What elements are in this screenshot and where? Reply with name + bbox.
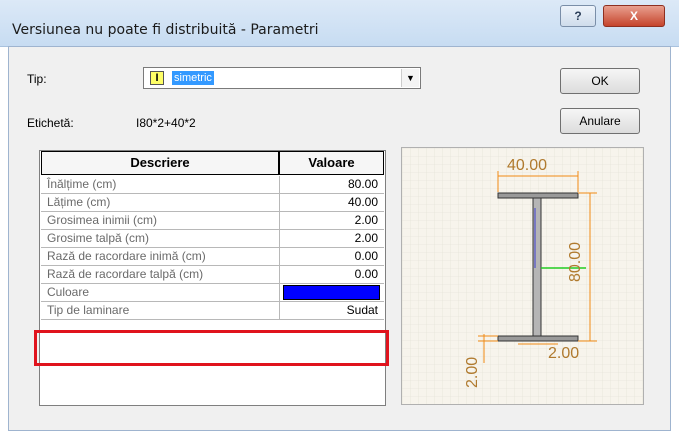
tip-label: Tip: xyxy=(27,72,47,86)
header-valoare: Valoare xyxy=(279,151,384,175)
parameters-table: Descriere Valoare Înălțime (cm) 80.00 Lă… xyxy=(39,150,386,406)
row-label: Grosimea inimii (cm) xyxy=(41,212,280,229)
window-title: Versiunea nu poate fi distribuită - Para… xyxy=(12,22,319,38)
row-label: Tip de laminare xyxy=(41,302,280,319)
table-row[interactable]: Tip de laminare Sudat xyxy=(41,302,384,320)
height-dimension-label: 80.00 xyxy=(567,242,584,282)
bottom-flange xyxy=(497,335,579,342)
help-button[interactable]: ? xyxy=(560,5,596,27)
width-dimension-label: 40.00 xyxy=(507,157,547,174)
row-label: Rază de racordare inimă (cm) xyxy=(41,248,280,265)
table-row[interactable]: Grosimea inimii (cm) 2.00 xyxy=(41,212,384,230)
row-value[interactable]: 0.00 xyxy=(281,266,384,283)
top-flange xyxy=(497,192,579,199)
table-row[interactable]: Rază de racordare talpă (cm) 0.00 xyxy=(41,266,384,284)
row-label: Lățime (cm) xyxy=(41,194,280,211)
eticheta-label: Etichetă: xyxy=(27,116,74,130)
highlight-box xyxy=(34,330,389,366)
title-bar[interactable]: Versiunea nu poate fi distribuită - Para… xyxy=(0,0,679,47)
row-value[interactable]: 2.00 xyxy=(281,212,384,229)
section-preview: 40.00 80.00 2.00 2.00 xyxy=(401,147,644,405)
i-beam-icon: I xyxy=(150,71,164,85)
row-label: Înălțime (cm) xyxy=(41,176,280,193)
row-label: Grosime talpă (cm) xyxy=(41,230,280,247)
close-button[interactable]: X xyxy=(603,5,665,27)
row-value[interactable] xyxy=(281,284,384,301)
row-value[interactable]: 80.00 xyxy=(281,176,384,193)
i-beam-drawing: 40.00 80.00 2.00 2.00 xyxy=(402,148,643,404)
header-descriere: Descriere xyxy=(41,151,279,175)
row-value[interactable]: 0.00 xyxy=(281,248,384,265)
web-thickness-label: 2.00 xyxy=(548,345,579,362)
table-row[interactable]: Culoare xyxy=(41,284,384,302)
ok-button[interactable]: OK xyxy=(560,68,640,94)
row-value[interactable]: 40.00 xyxy=(281,194,384,211)
table-row[interactable]: Grosime talpă (cm) 2.00 xyxy=(41,230,384,248)
eticheta-value: I80*2+40*2 xyxy=(136,116,196,130)
dialog-client: Tip: I simetric ▼ Etichetă: I80*2+40*2 O… xyxy=(8,46,671,431)
row-label: Rază de racordare talpă (cm) xyxy=(41,266,280,283)
row-label: Culoare xyxy=(41,284,280,301)
web xyxy=(532,197,542,337)
row-value[interactable]: 2.00 xyxy=(281,230,384,247)
cancel-button[interactable]: Anulare xyxy=(560,108,640,134)
tip-selected-value: simetric xyxy=(172,71,214,85)
tip-dropdown[interactable]: I simetric ▼ xyxy=(143,67,421,89)
row-value[interactable]: Sudat xyxy=(281,302,384,319)
flange-thickness-label: 2.00 xyxy=(464,357,481,388)
color-swatch[interactable] xyxy=(283,285,380,300)
chevron-down-icon[interactable]: ▼ xyxy=(401,69,419,87)
table-row[interactable]: Lățime (cm) 40.00 xyxy=(41,194,384,212)
table-row[interactable]: Rază de racordare inimă (cm) 0.00 xyxy=(41,248,384,266)
table-row[interactable]: Înălțime (cm) 80.00 xyxy=(41,176,384,194)
dialog-window: Versiunea nu poate fi distribuită - Para… xyxy=(0,0,679,439)
